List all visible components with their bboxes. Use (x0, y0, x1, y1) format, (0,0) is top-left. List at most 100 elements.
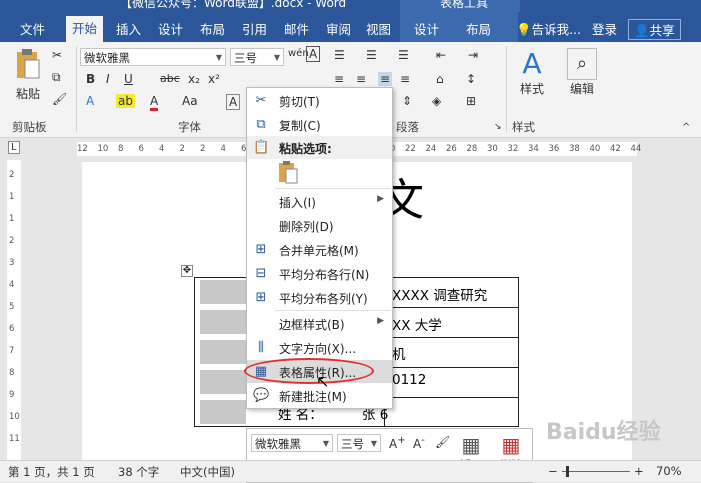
lightbulb-icon: 💡 (516, 22, 532, 37)
char-border-icon[interactable]: A (306, 46, 321, 62)
underline-button[interactable]: U (124, 72, 133, 86)
copy-icon[interactable]: ⧉ (52, 70, 61, 85)
tab-table-design[interactable]: 设计 (414, 19, 439, 38)
change-case-button[interactable]: Aa (182, 94, 198, 108)
ruler-tick: 1 (9, 214, 15, 224)
shading-icon[interactable]: ◈ (432, 94, 441, 108)
styles-button[interactable]: A 样式 (512, 48, 552, 97)
chevron-right-icon: ▶ (377, 194, 384, 204)
menu-item-cut[interactable]: ✂ 剪切(T) (247, 89, 392, 112)
table-cell[interactable] (384, 397, 519, 427)
tab-design[interactable]: 设计 (158, 19, 183, 38)
insert-table-icon: ▦ (461, 433, 481, 457)
font-name-combo[interactable]: 微软雅黑 ▼ (80, 48, 226, 66)
menu-item-label: 复制(C) (279, 119, 321, 133)
tell-me-label: 告诉我... (531, 22, 581, 37)
subscript-button[interactable]: x₂ (188, 72, 200, 86)
superscript-button[interactable]: x² (208, 72, 220, 86)
align-justify-icon[interactable]: ≡ (378, 72, 393, 86)
table-move-handle-icon[interactable]: ✥ (181, 265, 193, 277)
tab-insert[interactable]: 插入 (116, 19, 141, 38)
ruler-tick: 2 (9, 170, 15, 180)
borders-icon[interactable]: ⊞ (466, 94, 476, 108)
tab-tell-me[interactable]: 💡告诉我... (516, 19, 581, 38)
share-button[interactable]: 👤共享 (628, 19, 681, 40)
tab-review[interactable]: 审阅 (326, 19, 351, 38)
menu-item-text-direction[interactable]: ⫼ 文字方向(X)... (247, 336, 392, 359)
menu-item-label: 平均分布各列(Y) (279, 292, 368, 306)
numbering-icon[interactable]: ☰ (366, 48, 377, 62)
collapse-ribbon-icon[interactable]: ^ (682, 122, 690, 133)
distribute-rows-icon: ⊟ (255, 266, 267, 281)
language-indicator[interactable]: 中文(中国) (180, 464, 235, 480)
zoom-in-button[interactable]: + (634, 464, 644, 478)
cut-icon[interactable]: ✂ (52, 48, 62, 62)
tab-file[interactable]: 文件 (20, 19, 45, 38)
ruler-tick: 38 (569, 144, 580, 154)
menu-item-delete-column[interactable]: 删除列(D) (247, 214, 392, 237)
zoom-slider[interactable] (562, 471, 630, 472)
tab-view[interactable]: 视图 (366, 19, 391, 38)
tab-mailings[interactable]: 邮件 (284, 19, 309, 38)
tab-table-layout[interactable]: 布局 (466, 19, 491, 38)
font-size-value: 三号 (234, 51, 257, 65)
editing-label: 编辑 (569, 82, 594, 96)
menu-item-paste-options: 📋 粘贴选项: (247, 136, 392, 159)
bold-button[interactable]: B (86, 72, 95, 86)
text-effects-icon[interactable]: A (86, 94, 94, 108)
tab-selector-icon[interactable]: L (8, 141, 20, 154)
paste-button[interactable]: 粘贴 (10, 48, 46, 102)
decrease-indent-icon[interactable]: ⇤ (436, 48, 446, 62)
tab-references[interactable]: 引用 (242, 19, 267, 38)
sign-in-link[interactable]: 登录 (592, 19, 617, 38)
divider (506, 46, 507, 132)
menu-item-distribute-rows[interactable]: ⊟ 平均分布各行(N) (247, 262, 392, 285)
title-bar: 【微信公众号：Word联盟】.docx - Word 表格工具 (0, 0, 701, 12)
shrink-font-icon[interactable]: A- (413, 435, 425, 451)
align-center-icon[interactable]: ≡ (356, 72, 366, 86)
zoom-slider-thumb[interactable] (566, 466, 569, 477)
selected-cell (200, 370, 246, 394)
grow-font-icon[interactable]: A+ (389, 435, 406, 451)
multilevel-list-icon[interactable]: ☰ (398, 48, 409, 62)
char-shading-icon[interactable]: A (226, 94, 241, 110)
paste-keep-format-button[interactable] (277, 160, 301, 186)
format-painter-icon[interactable]: 🖌 (435, 435, 450, 449)
sort-icon[interactable]: ↕ (466, 72, 476, 86)
menu-item-border-styles[interactable]: 边框样式(B) ▶ (247, 312, 392, 335)
selected-cell (200, 400, 246, 424)
menu-item-label: 插入(I) (279, 196, 316, 210)
dialog-launcher-icon[interactable]: ↘ (494, 122, 502, 132)
mini-font-name-combo[interactable]: 微软雅黑 ▼ (251, 434, 333, 452)
zoom-out-button[interactable]: − (548, 464, 558, 478)
menu-item-merge-cells[interactable]: ⊞ 合并单元格(M) (247, 238, 392, 261)
increase-indent-icon[interactable]: ⇥ (468, 48, 478, 62)
bullets-icon[interactable]: ☰ (334, 48, 345, 62)
styles-icon: A (522, 47, 542, 80)
align-right-icon[interactable]: ≡ (400, 72, 410, 86)
ruler-tick: 24 (425, 144, 437, 154)
zoom-level[interactable]: 70% (656, 464, 682, 478)
format-painter-icon[interactable]: 🖌 (52, 92, 67, 106)
font-size-combo[interactable]: 三号 ▼ (230, 48, 284, 66)
tab-layout[interactable]: 布局 (200, 19, 225, 38)
ruler-tick: 8 (9, 368, 15, 378)
highlight-icon[interactable]: ab (116, 94, 135, 108)
ruler-tick: 6 (138, 144, 144, 154)
menu-item-distribute-columns[interactable]: ⊞ 平均分布各列(Y) (247, 286, 392, 309)
menu-item-insert[interactable]: 插入(I) ▶ (247, 190, 392, 213)
menu-item-copy[interactable]: ⧉ 复制(C) (247, 113, 392, 136)
mini-font-size-combo[interactable]: 三号 ▼ (337, 434, 381, 452)
chinese-layout-icon[interactable]: ⌂ (436, 72, 444, 86)
editing-button[interactable]: ⌕ 编辑 (562, 48, 602, 97)
word-count[interactable]: 38 个字 (118, 464, 159, 480)
strikethrough-button[interactable]: abc (160, 72, 180, 85)
italic-button[interactable]: I (106, 72, 110, 86)
align-left-icon[interactable]: ≡ (334, 72, 344, 86)
tab-home[interactable]: 开始 (66, 16, 104, 45)
menu-item-label: 粘贴选项: (279, 142, 332, 156)
ruler-tick: 44 (630, 144, 642, 154)
page-count[interactable]: 第 1 页，共 1 页 (8, 464, 95, 480)
line-spacing-icon[interactable]: ⇕ (402, 94, 412, 108)
font-color-icon[interactable]: A (150, 94, 159, 111)
